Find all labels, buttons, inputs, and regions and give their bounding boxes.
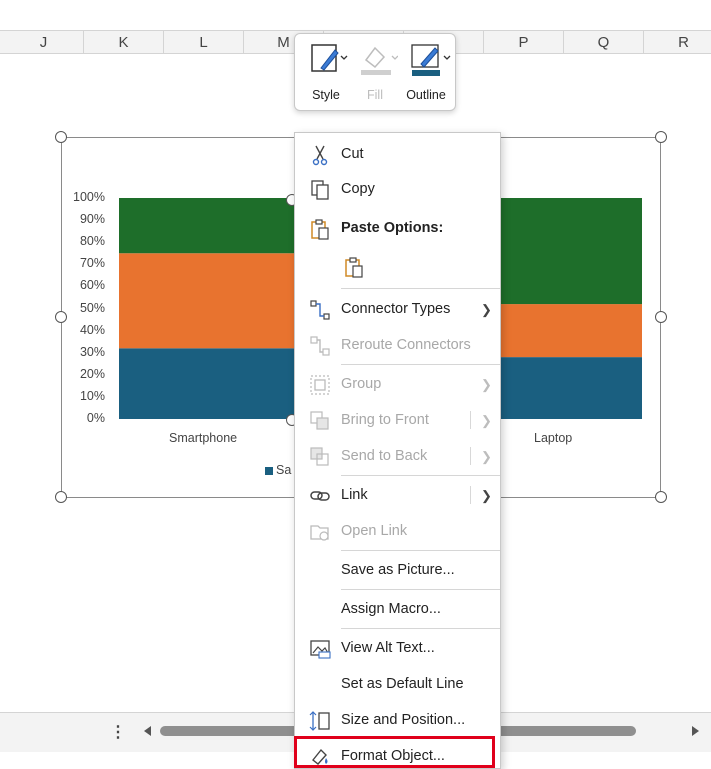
y-tick-label: 90%	[79, 212, 105, 227]
legend-swatch-series-1	[265, 467, 273, 475]
menu-item-assign-macro[interactable]: Assign Macro...	[295, 592, 500, 626]
y-tick-label: 60%	[79, 278, 105, 293]
y-tick-label: 50%	[79, 300, 105, 315]
menu-item-group[interactable]: Group ❯	[295, 367, 500, 401]
clipboard-icon	[311, 219, 329, 240]
menu-label-size-and-position: Size and Position...	[341, 712, 466, 728]
menu-item-link[interactable]: Link ❯	[295, 478, 500, 512]
resize-handle-left[interactable]	[55, 311, 67, 323]
y-tick-label: 40%	[79, 322, 105, 337]
menu-label-copy: Copy	[341, 181, 375, 197]
menu-separator	[341, 288, 500, 289]
fill-bucket-icon	[361, 46, 398, 75]
menu-item-copy[interactable]: Copy	[295, 172, 500, 206]
outline-pen-icon	[411, 44, 451, 76]
format-object-highlight	[294, 736, 495, 768]
menu-label-connector-types: Connector Types	[341, 301, 451, 317]
group-icon	[310, 375, 330, 395]
chevron-right-icon: ❯	[481, 449, 492, 464]
y-tick-label: 30%	[79, 344, 105, 359]
connector-icon	[310, 300, 330, 320]
chevron-right-icon: ❯	[481, 488, 492, 503]
menu-separator	[341, 364, 500, 365]
resize-handle-top-left[interactable]	[55, 131, 67, 143]
x-tick-laptop: Laptop	[534, 431, 573, 445]
mini-toolbar: Style Fill Outline	[294, 33, 456, 111]
menu-label-bring-to-front: Bring to Front	[341, 412, 429, 428]
y-tick-label: 20%	[79, 366, 105, 381]
menu-label-view-alt-text: View Alt Text...	[341, 640, 435, 656]
menu-item-reroute-connectors[interactable]: Reroute Connectors	[295, 328, 500, 362]
outline-label: Outline	[406, 88, 446, 102]
menu-label-reroute-connectors: Reroute Connectors	[341, 337, 471, 353]
reroute-icon	[310, 336, 330, 356]
copy-icon	[311, 180, 329, 200]
menu-item-bring-to-front[interactable]: Bring to Front ❯	[295, 403, 500, 437]
y-tick-label: 100%	[73, 190, 105, 204]
more-options-icon[interactable]: ⋮	[110, 722, 126, 742]
open-link-icon	[310, 525, 329, 541]
menu-separator	[341, 550, 500, 551]
resize-handle-right[interactable]	[655, 311, 667, 323]
menu-label-group: Group	[341, 376, 382, 392]
menu-label-send-to-back: Send to Back	[341, 448, 428, 464]
scroll-right-icon[interactable]	[690, 725, 700, 737]
style-button[interactable]: Style	[301, 40, 351, 106]
bar-segment-smartphone-series-3[interactable]	[119, 198, 295, 254]
bar-segment-smartphone-series-2[interactable]	[119, 253, 295, 349]
menu-separator	[341, 628, 500, 629]
menu-item-view-alt-text[interactable]: View Alt Text...	[295, 631, 500, 665]
y-tick-label: 10%	[79, 388, 105, 403]
chevron-right-icon: ❯	[481, 302, 492, 317]
size-position-icon	[309, 711, 330, 731]
alt-text-icon	[310, 640, 331, 659]
menu-separator	[341, 589, 500, 590]
context-menu: Cut Copy Paste Options: Connector Types	[294, 132, 501, 769]
menu-item-cut[interactable]: Cut	[295, 137, 500, 171]
link-icon	[310, 491, 330, 501]
chevron-right-icon: ❯	[481, 413, 492, 428]
menu-item-connector-types[interactable]: Connector Types ❯	[295, 292, 500, 326]
scissors-icon	[312, 145, 328, 166]
menu-separator	[341, 475, 500, 476]
menu-item-open-link[interactable]: Open Link	[295, 514, 500, 548]
menu-label-open-link: Open Link	[341, 523, 408, 539]
resize-handle-top-right[interactable]	[655, 131, 667, 143]
menu-label-assign-macro: Assign Macro...	[341, 601, 441, 617]
y-tick-label: 0%	[86, 411, 105, 425]
send-to-back-icon	[310, 447, 329, 466]
paste-options-header: Paste Options:	[295, 211, 500, 245]
y-tick-label: 80%	[79, 234, 105, 249]
split-divider	[470, 447, 471, 465]
fill-button[interactable]: Fill	[350, 40, 400, 106]
menu-label-set-default-line: Set as Default Line	[341, 676, 464, 692]
x-tick-smartphone: Smartphone	[169, 431, 238, 445]
menu-label-paste-options: Paste Options:	[341, 220, 444, 236]
shape-style-icon	[311, 44, 348, 72]
legend-label-series-1: Sa	[276, 463, 292, 477]
bring-to-front-icon	[310, 411, 329, 430]
menu-item-set-default-line[interactable]: Set as Default Line	[295, 667, 500, 701]
chevron-right-icon: ❯	[481, 377, 492, 392]
split-divider	[470, 411, 471, 429]
y-tick-label: 70%	[79, 256, 105, 271]
outline-button[interactable]: Outline	[401, 40, 451, 106]
bar-segment-smartphone-series-1[interactable]	[119, 348, 295, 419]
menu-label-cut: Cut	[341, 146, 364, 162]
paste-option-keep-source[interactable]	[335, 249, 375, 283]
menu-label-save-as-picture: Save as Picture...	[341, 562, 455, 578]
menu-item-size-and-position[interactable]: Size and Position...	[295, 703, 500, 737]
split-divider	[470, 486, 471, 504]
style-label: Style	[312, 88, 340, 102]
paste-icon	[345, 257, 363, 278]
menu-label-link: Link	[341, 487, 368, 503]
menu-item-save-as-picture[interactable]: Save as Picture...	[295, 553, 500, 587]
resize-handle-bottom-right[interactable]	[655, 491, 667, 503]
fill-label: Fill	[367, 88, 383, 102]
scroll-left-icon[interactable]	[142, 725, 152, 737]
resize-handle-bottom-left[interactable]	[55, 491, 67, 503]
menu-item-send-to-back[interactable]: Send to Back ❯	[295, 439, 500, 473]
